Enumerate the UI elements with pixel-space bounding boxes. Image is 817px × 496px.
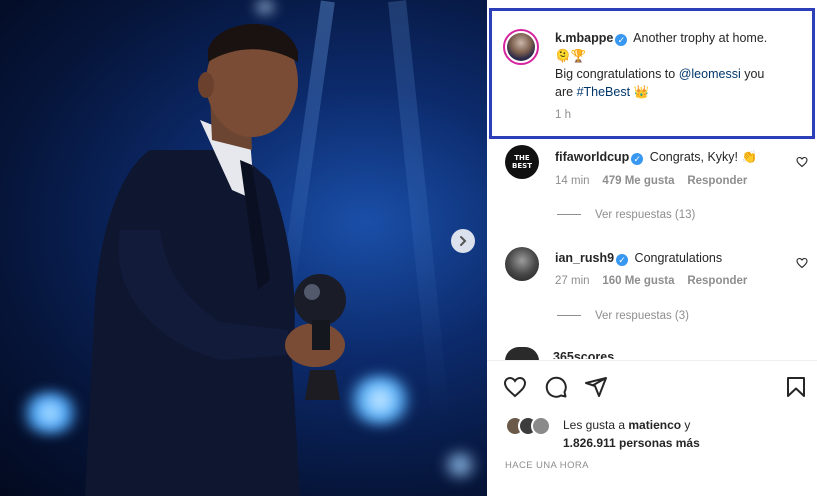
view-replies-label: Ver respuestas (3) bbox=[595, 310, 689, 322]
heart-icon[interactable] bbox=[796, 257, 808, 269]
avatar-label: THE BEST bbox=[512, 154, 532, 170]
verified-badge-icon: ✓ bbox=[616, 254, 629, 266]
post-photo bbox=[0, 0, 487, 496]
caption-line-1: k.mbappe ✓ Another trophy at home. bbox=[555, 29, 767, 47]
liker-username[interactable]: matienco bbox=[628, 418, 681, 432]
avatar[interactable] bbox=[503, 29, 539, 65]
chevron-right-icon bbox=[460, 236, 467, 246]
caption-username[interactable]: k.mbappe bbox=[555, 31, 613, 45]
caption-text: are bbox=[555, 85, 574, 99]
caption-text: you bbox=[744, 67, 765, 81]
caption-line-2: Big congratulations to @leomessi you bbox=[555, 65, 764, 83]
comment-row: fifaworldcup ✓ Congrats, Kyky! 👏 bbox=[555, 148, 757, 166]
likes-summary: Les gusta a matienco y 1.826.911 persona… bbox=[563, 416, 700, 452]
comment-likes[interactable]: 479 Me gusta bbox=[602, 175, 674, 187]
view-replies-button[interactable]: Ver respuestas (13) bbox=[557, 209, 695, 221]
view-replies-label: Ver respuestas (13) bbox=[595, 209, 696, 221]
comment-username[interactable]: fifaworldcup bbox=[555, 150, 629, 164]
likes-count[interactable]: 1.826.911 personas más bbox=[563, 436, 700, 450]
comment-text: Congrats, Kyky! 👏 bbox=[649, 150, 758, 164]
heart-icon[interactable] bbox=[503, 375, 527, 399]
caption-emoji: 👑 bbox=[633, 85, 650, 99]
likes-conjunction: y bbox=[684, 418, 691, 432]
avatar[interactable] bbox=[505, 247, 539, 281]
liker-avatars[interactable] bbox=[505, 416, 555, 436]
comment-meta: 14 min 479 Me gusta Responder bbox=[555, 175, 747, 187]
comment-row: ian_rush9 ✓ Congratulations bbox=[555, 249, 722, 267]
likes-prefix: Les gusta a bbox=[563, 418, 626, 432]
caption-text: Another trophy at home. bbox=[633, 31, 768, 45]
hashtag-link[interactable]: #TheBest bbox=[577, 85, 631, 99]
reply-button[interactable]: Responder bbox=[687, 275, 747, 287]
replies-divider bbox=[557, 214, 581, 216]
comment-icon[interactable] bbox=[544, 375, 568, 399]
section-divider bbox=[487, 360, 817, 361]
verified-badge-icon: ✓ bbox=[615, 34, 628, 46]
replies-divider bbox=[557, 315, 581, 317]
comment-username[interactable]: ian_rush9 bbox=[555, 251, 614, 265]
comment-row-partial: 365scores... bbox=[553, 348, 753, 359]
comment-meta: 27 min 160 Me gusta Responder bbox=[555, 275, 747, 287]
heart-icon[interactable] bbox=[796, 156, 808, 168]
player-figure bbox=[85, 23, 346, 496]
comment-time[interactable]: 14 min bbox=[555, 175, 590, 187]
comment-text: Congratulations bbox=[634, 251, 723, 265]
comment-time[interactable]: 27 min bbox=[555, 275, 590, 287]
comment-likes[interactable]: 160 Me gusta bbox=[602, 275, 674, 287]
carousel-next-button[interactable] bbox=[451, 229, 475, 253]
caption-time: 1 h bbox=[555, 109, 571, 121]
caption-emoji: 🫠🏆 bbox=[555, 49, 587, 63]
bookmark-icon[interactable] bbox=[784, 375, 808, 399]
avatar[interactable]: THE BEST bbox=[505, 145, 539, 179]
view-replies-button[interactable]: Ver respuestas (3) bbox=[557, 310, 689, 322]
comment-text: 365scores... bbox=[553, 350, 625, 359]
caption-text: Big congratulations to bbox=[555, 67, 676, 81]
post-timestamp[interactable]: HACE UNA HORA bbox=[505, 460, 589, 471]
reply-button[interactable]: Responder bbox=[687, 175, 747, 187]
avatar bbox=[531, 416, 551, 436]
verified-badge-icon: ✓ bbox=[631, 153, 644, 165]
send-icon[interactable] bbox=[584, 375, 608, 399]
caption-line-3: are #TheBest 👑 bbox=[555, 83, 649, 101]
mention-link[interactable]: @leomessi bbox=[679, 67, 741, 81]
